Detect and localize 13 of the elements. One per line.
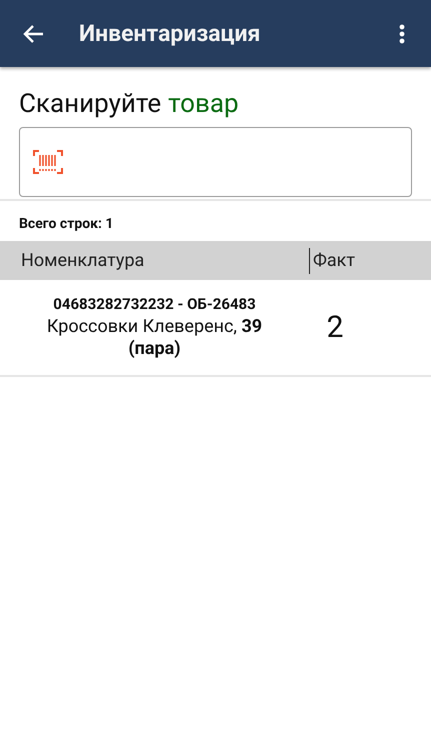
item-code: 04683282732232 - ОБ-26483 bbox=[53, 295, 256, 313]
barcode-icon bbox=[33, 150, 63, 174]
total-rows-label: Всего строк: 1 bbox=[18, 215, 114, 231]
column-header: Факт bbox=[309, 248, 356, 274]
prompt-object: товар bbox=[168, 89, 239, 119]
menu-button[interactable] bbox=[397, 22, 407, 44]
item-name: Кроссовки Клеверенс, 39 (пара) bbox=[46, 316, 264, 360]
screen-title: Инвентаризация bbox=[79, 20, 262, 47]
scan-prompt: Сканируйте bbox=[19, 89, 162, 119]
barcode-input-field[interactable] bbox=[19, 127, 412, 197]
table-row[interactable]: 04683282732232 - ОБ-26483 Кроссовки Клеверенс, 39 (пара) 2 bbox=[0, 280, 431, 377]
quantity-cell-text: 2 bbox=[326, 310, 344, 345]
column-header: Номенклатура bbox=[20, 250, 146, 271]
